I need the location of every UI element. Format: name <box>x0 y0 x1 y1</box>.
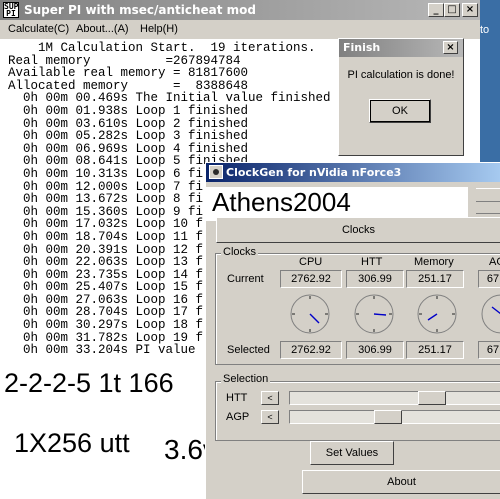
minimize-button[interactable]: _ <box>428 3 444 17</box>
selected-htt-value: 306.99 <box>346 341 404 359</box>
memory-annotation: 1X256 utt <box>14 428 130 458</box>
close-button[interactable]: × <box>462 3 478 17</box>
athens-overlay-text: Athens2004 <box>212 187 351 217</box>
tab-strip-line <box>476 213 500 214</box>
selection-group-title: Selection <box>221 373 271 385</box>
finish-message: PI calculation is done! <box>347 69 455 81</box>
superpi-menubar: Calculate(C) About...(A) Help(H) <box>0 20 480 39</box>
selected-agp-value: 67 <box>478 341 500 359</box>
agp-slider-label: AGP <box>226 411 250 423</box>
maximize-button[interactable]: □ <box>444 3 460 17</box>
clockgen-titlebar[interactable]: ClockGen for nVidia nForce3 <box>206 163 500 182</box>
timings-annotation: 2-2-2-5 1t 166 <box>4 368 174 398</box>
current-label: Current <box>227 273 264 285</box>
menu-calculate[interactable]: Calculate(C) <box>8 23 69 35</box>
agp-dial <box>481 294 500 334</box>
col-agp: AG <box>489 256 500 268</box>
agp-slider-track[interactable] <box>289 410 500 424</box>
superpi-app-icon: SUPER PI <box>3 2 19 18</box>
console-line: 0h 00m 01.938s Loop 1 finished <box>8 103 249 118</box>
console-line: 0h 00m 05.282s Loop 3 finished <box>8 129 249 144</box>
set-values-button[interactable]: Set Values <box>310 441 394 465</box>
desktop-edge-text: to <box>480 24 490 36</box>
tab-strip <box>476 188 500 202</box>
clocks-button[interactable]: Clocks <box>216 217 500 243</box>
agp-slider-thumb[interactable] <box>374 410 402 424</box>
console-line: 1M Calculation Start. 19 iterations. <box>8 41 316 55</box>
console-line: Available real memory = 81817600 <box>8 66 249 81</box>
current-agp-value: 67 <box>478 270 500 288</box>
htt-slider-label: HTT <box>226 392 248 404</box>
superpi-titlebar[interactable]: SUPER PI Super PI with msec/anticheat mo… <box>0 0 480 20</box>
selected-cpu-value: 2762.92 <box>280 341 342 359</box>
clocks-group-title: Clocks <box>221 246 259 258</box>
ok-button[interactable]: OK <box>369 99 431 123</box>
clockgen-app-icon <box>209 165 223 179</box>
memory-dial <box>417 294 457 334</box>
about-button[interactable]: About <box>302 470 500 494</box>
agp-decrease-button[interactable]: < <box>261 410 279 424</box>
finish-title: Finish <box>343 41 381 54</box>
finish-close-button[interactable]: × <box>443 41 458 54</box>
clockgen-window: ClockGen for nVidia nForce3 Athens2004 C… <box>205 162 500 499</box>
finish-titlebar[interactable]: Finish × <box>339 39 463 57</box>
finish-dialog: Finish × PI calculation is done! OK <box>338 38 464 156</box>
current-htt-value: 306.99 <box>346 270 404 288</box>
current-memory-value: 251.17 <box>406 270 464 288</box>
htt-decrease-button[interactable]: < <box>261 391 279 405</box>
htt-slider-thumb[interactable] <box>418 391 446 405</box>
superpi-title: Super PI with msec/anticheat mod <box>24 3 257 17</box>
col-memory: Memory <box>414 256 454 268</box>
current-cpu-value: 2762.92 <box>280 270 342 288</box>
clockgen-title: ClockGen for nVidia nForce3 <box>226 166 402 179</box>
col-cpu: CPU <box>299 256 323 268</box>
selected-memory-value: 251.17 <box>406 341 464 359</box>
menu-about[interactable]: About...(A) <box>76 23 129 35</box>
htt-slider-track[interactable] <box>289 391 500 405</box>
cpu-dial <box>290 294 330 334</box>
selected-label: Selected <box>227 344 270 356</box>
col-htt: HTT <box>361 256 383 268</box>
menu-help[interactable]: Help(H) <box>140 23 178 35</box>
htt-dial <box>354 294 394 334</box>
